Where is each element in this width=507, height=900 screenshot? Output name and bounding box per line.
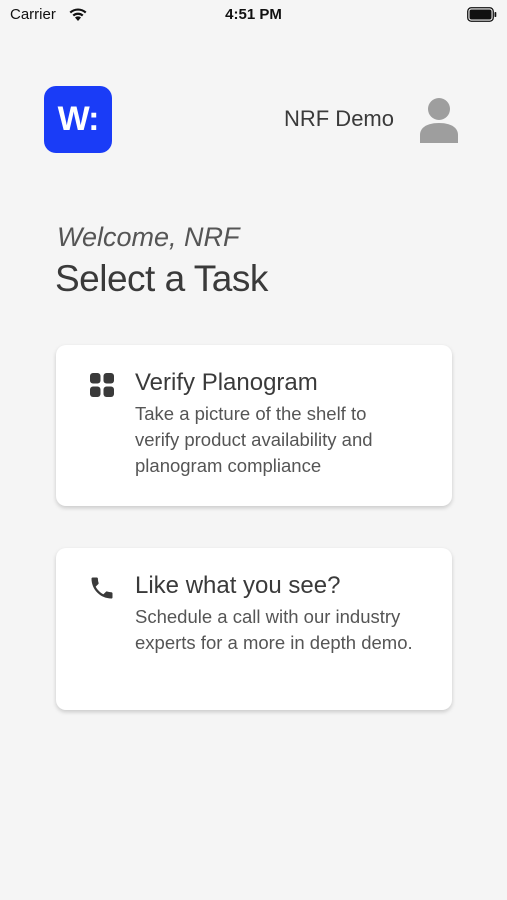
app-logo: W: bbox=[44, 86, 112, 153]
phone-icon bbox=[91, 577, 113, 599]
battery-icon bbox=[467, 7, 497, 22]
welcome-text: Welcome, NRF bbox=[57, 222, 240, 252]
clock: 4:51 PM bbox=[225, 6, 282, 23]
status-bar: Carrier 4:51 PM bbox=[0, 0, 507, 30]
task-description: Take a picture of the shelf to verify pr… bbox=[135, 403, 373, 476]
task-title: Verify Planogram bbox=[135, 369, 318, 396]
task-card-schedule-call[interactable]: Like what you see? Schedule a call with … bbox=[56, 548, 452, 710]
avatar-icon[interactable] bbox=[418, 97, 460, 143]
page-title: Select a Task bbox=[55, 258, 268, 299]
logo-text: W: bbox=[57, 100, 100, 138]
task-title: Like what you see? bbox=[135, 572, 341, 599]
user-name[interactable]: NRF Demo bbox=[262, 106, 394, 132]
grid-icon bbox=[90, 373, 114, 397]
task-description: Schedule a call with our industry expert… bbox=[135, 606, 413, 653]
task-card-verify-planogram[interactable]: Verify Planogram Take a picture of the s… bbox=[56, 345, 452, 506]
